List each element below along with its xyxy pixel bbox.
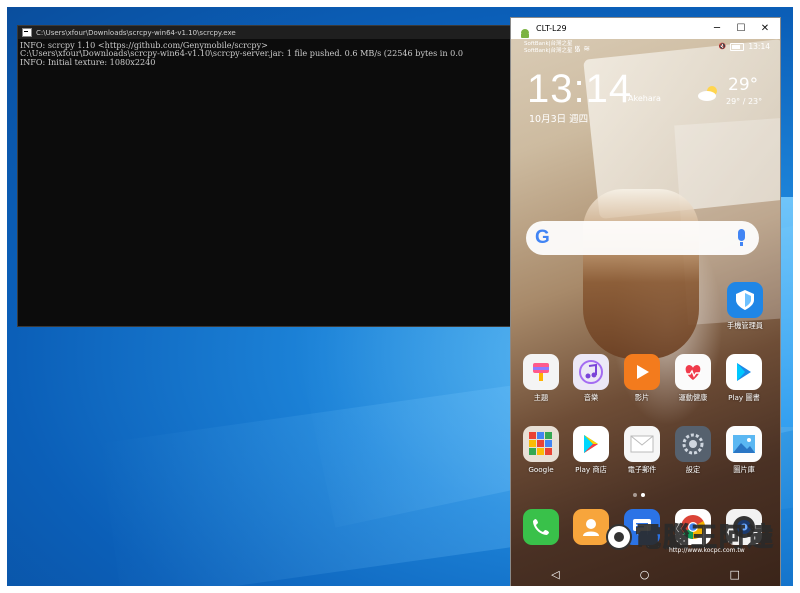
- carrier-line: SoftBank|台灣之星: [524, 41, 573, 47]
- location-label: Akehara: [628, 94, 661, 103]
- android-navbar: ◁ ○ □: [511, 562, 780, 586]
- google-search-bar[interactable]: G: [526, 221, 759, 255]
- desktop: C:\Users\xfour\Downloads\scrcpy-win64-v1…: [7, 7, 793, 586]
- page-dot-active: [641, 493, 645, 497]
- app-play-books[interactable]: Play 圖書: [720, 354, 768, 403]
- app-label: Play 圖書: [728, 393, 760, 402]
- music-icon: [573, 354, 609, 390]
- app-label: 電子郵件: [627, 465, 657, 474]
- status-right: 🔇 13:14: [719, 42, 770, 51]
- scrcpy-phone-window[interactable]: CLT-L29 ─ ☐ ✕ SoftBank|台灣之星 SoftBank|台灣之…: [510, 17, 781, 586]
- google-folder-icon: [523, 426, 559, 462]
- app-play-store[interactable]: Play 商店: [567, 426, 615, 475]
- health-icon: [675, 354, 711, 390]
- status-bar: SoftBank|台灣之星 SoftBank|台灣之星 ᯾ ≋ 🔇 13:14: [511, 39, 780, 59]
- settings-icon: [675, 426, 711, 462]
- app-google-folder[interactable]: Google: [517, 426, 565, 474]
- app-email[interactable]: 電子郵件: [618, 426, 666, 475]
- app-health[interactable]: 運動健康: [669, 354, 717, 403]
- app-phone-manager[interactable]: 手機管理員: [721, 282, 769, 331]
- themes-icon: [523, 354, 559, 390]
- minimize-button[interactable]: ─: [706, 18, 728, 39]
- temperature: 29°: [728, 75, 759, 95]
- microphone-icon[interactable]: [738, 229, 745, 246]
- phone-screen[interactable]: SoftBank|台灣之星 SoftBank|台灣之星 ᯾ ≋ 🔇 13:14 …: [511, 39, 780, 586]
- carrier-label: SoftBank|台灣之星 SoftBank|台灣之星: [524, 41, 573, 55]
- date-label: 10月3日 週四: [529, 114, 589, 125]
- app-label: 影片: [634, 393, 650, 402]
- app-label: 主題: [533, 393, 549, 402]
- app-music[interactable]: 音樂: [567, 354, 615, 403]
- close-button[interactable]: ✕: [754, 18, 776, 39]
- watermark-logo-icon: [606, 524, 632, 550]
- watermark-url: http://www.kocpc.com.tw: [669, 547, 745, 554]
- app-label: 圖片庫: [733, 465, 755, 474]
- app-label: 設定: [685, 465, 701, 474]
- console-line: INFO: Initial texture: 1080x2240: [20, 56, 156, 67]
- app-video[interactable]: 影片: [618, 354, 666, 403]
- video-icon: [624, 354, 660, 390]
- dock-phone[interactable]: [517, 509, 565, 545]
- contacts-icon: [573, 509, 609, 545]
- gallery-icon: [726, 426, 762, 462]
- battery-icon: [730, 42, 745, 51]
- signal-icon: ᯾ ≋: [574, 44, 591, 53]
- status-time: 13:14: [748, 42, 770, 51]
- app-themes[interactable]: 主題: [517, 354, 565, 403]
- app-gallery[interactable]: 圖片庫: [720, 426, 768, 475]
- back-button[interactable]: ◁: [551, 568, 559, 581]
- page-dot: [633, 493, 637, 497]
- phone-icon: [523, 509, 559, 545]
- app-settings[interactable]: 設定: [669, 426, 717, 475]
- temperature-range: 29° / 23°: [726, 97, 763, 106]
- recent-apps-button[interactable]: □: [730, 568, 740, 581]
- home-button[interactable]: ○: [640, 568, 650, 581]
- cloudy-weather-icon: [698, 86, 717, 101]
- app-label: 手機管理員: [727, 321, 763, 330]
- console-window[interactable]: C:\Users\xfour\Downloads\scrcpy-win64-v1…: [17, 25, 515, 327]
- play-books-icon: [726, 354, 762, 390]
- mute-icon: 🔇: [718, 43, 727, 50]
- watermark: 電腦王阿達 http://www.kocpc.com.tw: [605, 517, 775, 559]
- phone-window-title: CLT-L29: [536, 24, 567, 33]
- app-label: 音樂: [583, 393, 599, 402]
- carrier-line: SoftBank|台灣之星: [524, 48, 573, 54]
- app-label: 運動健康: [678, 393, 708, 402]
- console-icon: [22, 28, 32, 37]
- phone-window-titlebar[interactable]: CLT-L29 ─ ☐ ✕: [511, 18, 780, 39]
- console-title: C:\Users\xfour\Downloads\scrcpy-win64-v1…: [36, 28, 236, 37]
- lockscreen-clock: 13:14: [527, 67, 633, 111]
- maximize-button[interactable]: ☐: [730, 18, 752, 39]
- email-icon: [624, 426, 660, 462]
- google-logo-icon: G: [535, 227, 550, 248]
- page-indicator: [633, 493, 645, 497]
- console-titlebar[interactable]: C:\Users\xfour\Downloads\scrcpy-win64-v1…: [18, 26, 514, 39]
- wallpaper-coffee-cup: [583, 189, 699, 359]
- app-label: Google: [528, 465, 554, 474]
- android-icon: [520, 24, 530, 38]
- app-label: Play 商店: [575, 465, 607, 474]
- play-store-icon: [573, 426, 609, 462]
- shield-icon: [727, 282, 763, 318]
- console-output[interactable]: INFO: scrcpy 1.10 <https://github.com/Ge…: [18, 39, 514, 68]
